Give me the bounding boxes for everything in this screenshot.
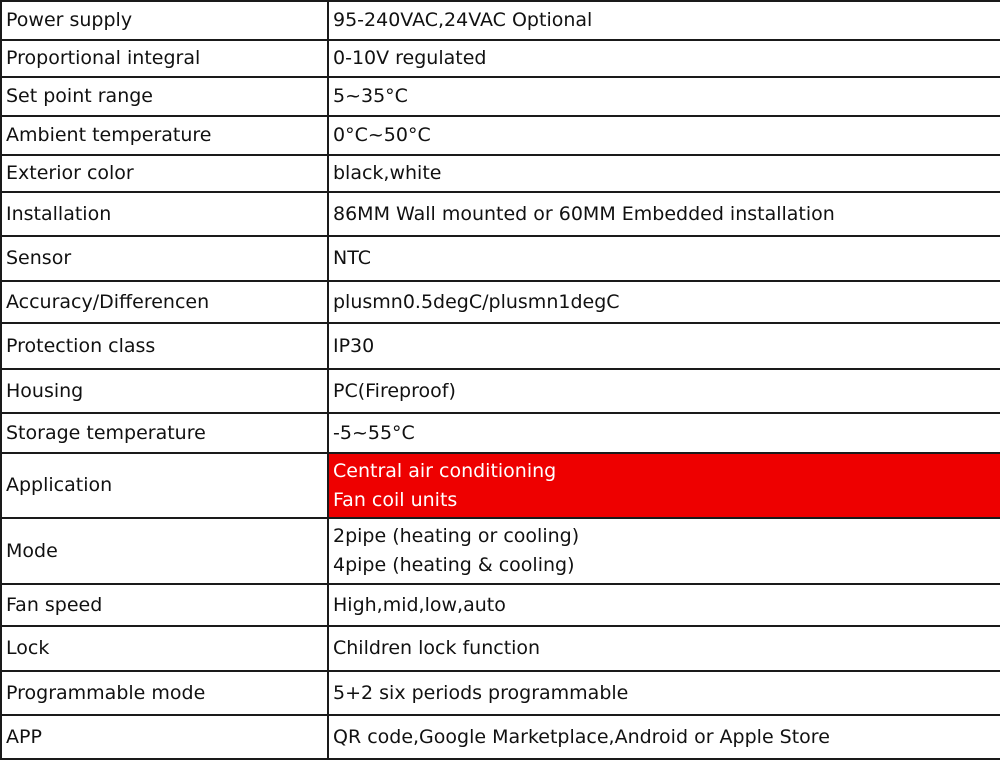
spec-row-housing: Housing PC(Fireproof) [0,368,1000,414]
spec-value: -5~55°C [327,412,1000,454]
spec-label: Accuracy/Differencen [0,280,329,324]
spec-label: Protection class [0,322,329,370]
spec-value: 5+2 six periods programmable [327,670,1000,716]
spec-value: 0°C~50°C [327,115,1000,156]
spec-value: NTC [327,235,1000,282]
spec-row-installation: Installation 86MM Wall mounted or 60MM E… [0,191,1000,237]
spec-row-fan-speed: Fan speed High,mid,low,auto [0,583,1000,627]
spec-row-power-supply: Power supply 95-240VAC,24VAC Optional [0,0,1000,41]
spec-row-sensor: Sensor NTC [0,235,1000,282]
spec-table: Power supply 95-240VAC,24VAC Optional Pr… [0,0,1000,760]
spec-label: Power supply [0,0,329,41]
spec-row-exterior-color: Exterior color black,white [0,154,1000,193]
spec-label: Exterior color [0,154,329,193]
spec-label: Storage temperature [0,412,329,454]
spec-value: IP30 [327,322,1000,370]
spec-label: Lock [0,625,329,672]
spec-value-line: Fan coil units [333,488,458,511]
spec-value: 2pipe (heating or cooling) 4pipe (heatin… [327,517,1000,585]
spec-row-protection-class: Protection class IP30 [0,322,1000,370]
spec-label: Installation [0,191,329,237]
spec-row-mode: Mode 2pipe (heating or cooling) 4pipe (h… [0,517,1000,585]
spec-value-line: 2pipe (heating or cooling) [333,525,580,547]
spec-label: Proportional integral [0,39,329,78]
spec-value-line: Central air conditioning [333,459,557,482]
spec-value: black,white [327,154,1000,193]
spec-value: 86MM Wall mounted or 60MM Embedded insta… [327,191,1000,237]
spec-label: Programmable mode [0,670,329,716]
spec-value-line: 4pipe (heating & cooling) [333,554,575,576]
spec-row-accuracy: Accuracy/Differencen plusmn0.5degC/plusm… [0,280,1000,324]
spec-label: Housing [0,368,329,414]
spec-row-ambient-temperature: Ambient temperature 0°C~50°C [0,115,1000,156]
spec-value: 5~35°C [327,76,1000,117]
spec-label: Sensor [0,235,329,282]
spec-label: Mode [0,517,329,585]
spec-row-proportional-integral: Proportional integral 0-10V regulated [0,39,1000,78]
spec-value-highlighted: Central air conditioning Fan coil units [327,452,1000,519]
spec-row-app: APP QR code,Google Marketplace,Android o… [0,714,1000,760]
spec-row-storage-temperature: Storage temperature -5~55°C [0,412,1000,454]
spec-row-set-point-range: Set point range 5~35°C [0,76,1000,117]
spec-label: Set point range [0,76,329,117]
spec-value: High,mid,low,auto [327,583,1000,627]
spec-value: PC(Fireproof) [327,368,1000,414]
spec-value: 0-10V regulated [327,39,1000,78]
spec-label: Ambient temperature [0,115,329,156]
spec-label: APP [0,714,329,760]
spec-label: Application [0,452,329,519]
spec-value: Children lock function [327,625,1000,672]
spec-row-lock: Lock Children lock function [0,625,1000,672]
spec-value: 95-240VAC,24VAC Optional [327,0,1000,41]
spec-value: QR code,Google Marketplace,Android or Ap… [327,714,1000,760]
spec-row-programmable-mode: Programmable mode 5+2 six periods progra… [0,670,1000,716]
spec-value: plusmn0.5degC/plusmn1degC [327,280,1000,324]
spec-label: Fan speed [0,583,329,627]
spec-row-application: Application Central air conditioning Fan… [0,452,1000,519]
